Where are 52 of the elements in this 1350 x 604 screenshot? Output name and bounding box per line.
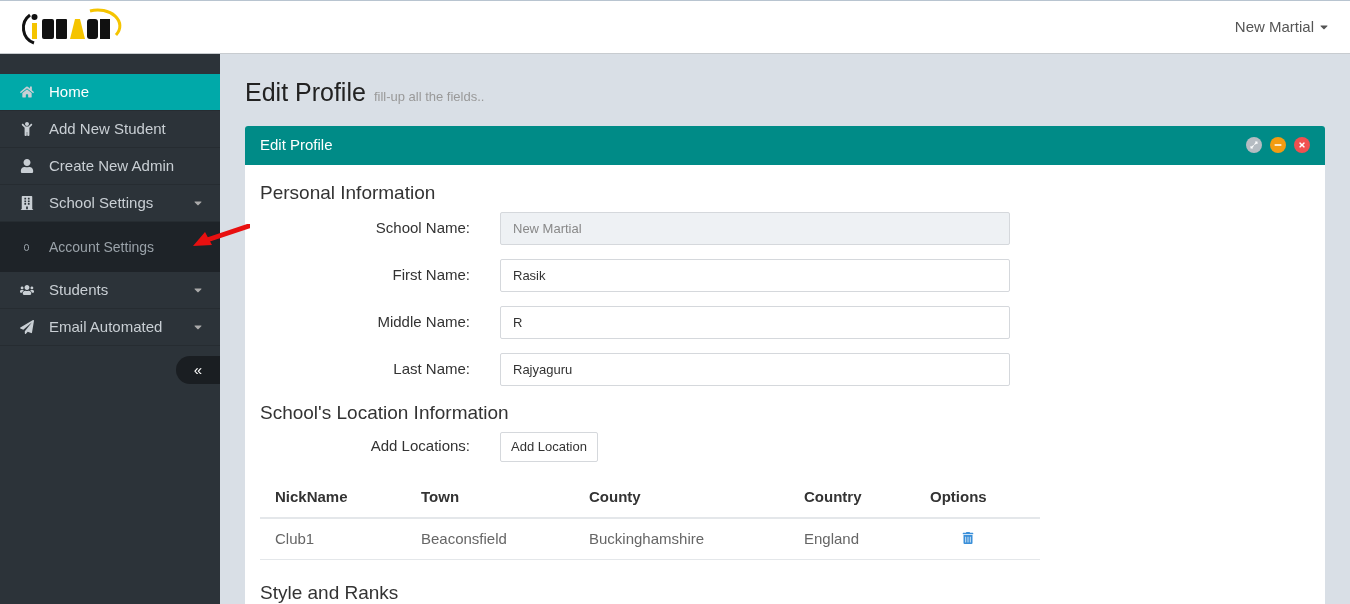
- minimize-button[interactable]: [1270, 137, 1286, 153]
- section-heading: School's Location Information: [260, 401, 510, 425]
- page-subtitle: fill-up all the fields..: [373, 88, 485, 106]
- field-label: Add Locations:: [369, 436, 471, 457]
- sidebar-item-label: Add New Student: [49, 118, 167, 139]
- close-button[interactable]: [1294, 137, 1310, 153]
- paper-plane-icon: [20, 320, 34, 334]
- table-cell: Buckinghamshire: [574, 517, 789, 560]
- column-header: NickName: [260, 477, 406, 518]
- close-icon: [1298, 141, 1306, 149]
- expand-button[interactable]: [1246, 137, 1262, 153]
- collapse-sidebar-button[interactable]: «: [176, 356, 220, 384]
- sidebar-subitem[interactable]: Account Settings: [0, 222, 220, 272]
- page-title: Edit Profile: [245, 77, 366, 108]
- sidebar-item[interactable]: Create New Admin: [0, 148, 220, 185]
- trash-icon: [962, 531, 974, 544]
- add-location-button[interactable]: Add Location: [500, 431, 598, 462]
- sidebar-item[interactable]: Add New Student: [0, 111, 220, 148]
- field-label: Last Name:: [392, 359, 471, 380]
- section-heading: Personal Information: [260, 180, 437, 205]
- home-icon: [20, 85, 34, 99]
- text-field[interactable]: Rasik: [500, 259, 1010, 292]
- sidebar-item-label: Email Automated: [49, 316, 164, 337]
- column-header: Country: [789, 477, 915, 518]
- field-label: School Name:: [374, 218, 471, 239]
- column-header: Options: [915, 477, 1040, 518]
- user-icon: [20, 159, 34, 173]
- section-heading: Style and Ranks: [260, 582, 400, 604]
- field-label: First Name:: [391, 265, 471, 286]
- users-icon: [20, 283, 34, 297]
- sidebar-item-label: School Settings: [49, 192, 155, 213]
- table-cell: England: [789, 517, 915, 560]
- sidebar-item-label: Home: [49, 81, 90, 102]
- user-menu[interactable]: New Martial: [1234, 15, 1330, 39]
- text-field[interactable]: Rajyaguru: [500, 353, 1010, 386]
- column-header: Town: [406, 477, 574, 518]
- text-field[interactable]: R: [500, 306, 1010, 339]
- delete-button[interactable]: [962, 531, 974, 544]
- building-icon: [20, 196, 34, 210]
- panel-title: Edit Profile: [260, 134, 333, 155]
- column-header: County: [574, 477, 789, 518]
- sidebar-item[interactable]: Students: [0, 272, 220, 309]
- expand-icon: [1250, 141, 1258, 149]
- field-label: Middle Name:: [376, 312, 471, 333]
- sidebar-item-label: Students: [49, 279, 110, 300]
- sidebar-item-label: Create New Admin: [49, 155, 176, 176]
- table-cell: Beaconsfield: [406, 517, 574, 560]
- person-icon: [20, 122, 34, 136]
- table-cell: Club1: [260, 517, 406, 560]
- sidebar-subitem-label: Account Settings: [49, 237, 155, 257]
- minus-icon: [1274, 141, 1282, 149]
- sidebar-item[interactable]: Email Automated: [0, 309, 220, 346]
